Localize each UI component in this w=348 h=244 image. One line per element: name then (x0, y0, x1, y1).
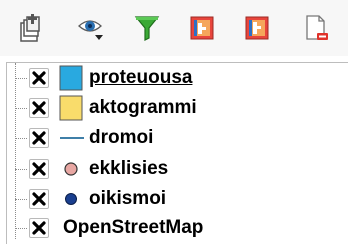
add-group-button[interactable] (15, 12, 47, 44)
checkbox-x-icon (32, 101, 46, 115)
layer-name: proteuousa (89, 67, 193, 88)
remove-layer-icon (302, 13, 330, 43)
filter-icon (133, 14, 161, 42)
layer-name: dromoi (89, 127, 154, 148)
manage-visibility-button[interactable] (75, 12, 107, 44)
tree-branch (15, 169, 27, 170)
line-symbol-icon (60, 137, 84, 139)
expand-all-icon (188, 14, 216, 42)
layer-visibility-checkbox[interactable] (29, 68, 49, 88)
tree-branch (15, 138, 27, 139)
layer-row-oikismoi[interactable]: oikismoi (7, 184, 347, 214)
fill-symbol-icon (59, 95, 83, 121)
layers-panel: proteuousa aktogrammi dromoi ekklisies o… (6, 62, 348, 244)
layer-visibility-checkbox[interactable] (29, 159, 49, 179)
remove-layer-button[interactable] (300, 12, 332, 44)
expand-all-button[interactable] (186, 12, 218, 44)
checkbox-x-icon (32, 162, 46, 176)
layer-visibility-checkbox[interactable] (29, 128, 49, 148)
layers-toolbar (0, 0, 348, 56)
collapse-all-icon (243, 14, 271, 42)
checkbox-x-icon (32, 221, 46, 235)
point-symbol-icon (65, 193, 77, 205)
fill-symbol-icon (59, 65, 83, 91)
collapse-all-button[interactable] (241, 12, 273, 44)
add-group-icon (18, 13, 44, 43)
filter-legend-button[interactable] (131, 12, 163, 44)
layer-name: aktogrammi (89, 97, 197, 118)
layer-name: ekklisies (89, 158, 169, 179)
tree-branch (15, 78, 27, 79)
checkbox-x-icon (32, 71, 46, 85)
layer-row-dromoi[interactable]: dromoi (7, 123, 347, 153)
layer-row-aktogrammi[interactable]: aktogrammi (7, 93, 347, 123)
tree-branch (15, 199, 27, 200)
tree-branch (15, 228, 27, 229)
layer-row-proteuousa[interactable]: proteuousa (7, 63, 347, 93)
eye-icon (76, 13, 106, 43)
layer-visibility-checkbox[interactable] (29, 98, 49, 118)
layer-visibility-checkbox[interactable] (29, 189, 49, 209)
checkbox-x-icon (32, 192, 46, 206)
layer-name: OpenStreetMap (63, 217, 204, 238)
layer-name: oikismoi (89, 188, 167, 209)
checkbox-x-icon (32, 131, 46, 145)
layer-row-ekklisies[interactable]: ekklisies (7, 154, 347, 184)
layer-visibility-checkbox[interactable] (29, 218, 49, 238)
point-symbol-icon (64, 162, 78, 176)
layer-row-openstreetmap[interactable]: OpenStreetMap (7, 213, 347, 243)
tree-branch (15, 108, 27, 109)
